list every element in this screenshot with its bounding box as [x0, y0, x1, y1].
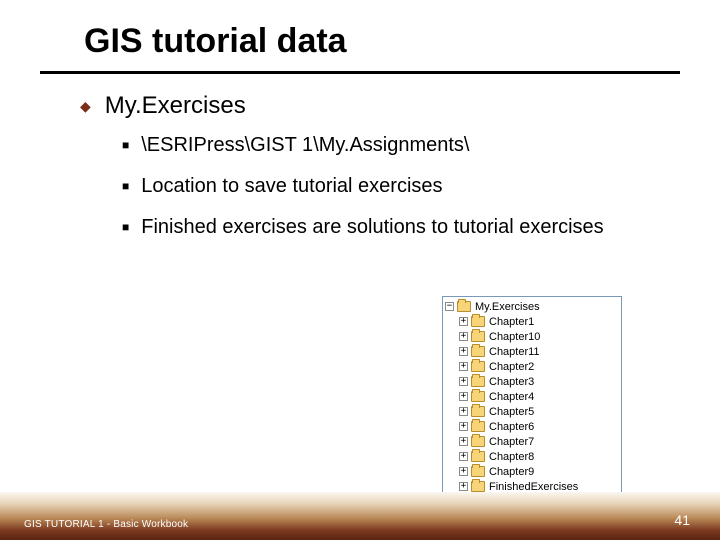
folder-icon: [471, 376, 485, 387]
folder-icon: [471, 316, 485, 327]
tree-node-label: Chapter8: [489, 451, 534, 463]
footer-bar: GIS TUTORIAL 1 - Basic Workbook 41: [0, 492, 720, 540]
bullet-lvl1: ◆ My.Exercises: [80, 92, 660, 120]
bullet-lvl2: ■ Finished exercises are solutions to tu…: [122, 216, 660, 239]
expand-icon[interactable]: +: [459, 437, 468, 446]
folder-icon: [457, 301, 471, 312]
folder-icon: [471, 421, 485, 432]
footer-caption: GIS TUTORIAL 1 - Basic Workbook: [24, 519, 188, 530]
folder-tree-panel: − My.Exercises + Chapter1 + Chapter10 + Cha…: [442, 296, 622, 497]
square-icon: ■: [122, 175, 129, 197]
bullet-lvl2-text: Location to save tutorial exercises: [141, 175, 442, 198]
tree-node-label: Chapter4: [489, 391, 534, 403]
folder-icon: [471, 451, 485, 462]
tree-node[interactable]: + Chapter5: [445, 404, 619, 419]
page-number: 41: [674, 512, 690, 528]
tree-node-label: Chapter11: [489, 346, 540, 358]
tree-node[interactable]: + Chapter11: [445, 344, 619, 359]
expand-icon[interactable]: +: [459, 467, 468, 476]
tree-node[interactable]: + Chapter9: [445, 464, 619, 479]
tree-node[interactable]: + Chapter4: [445, 389, 619, 404]
expand-icon[interactable]: +: [459, 407, 468, 416]
expand-icon[interactable]: +: [459, 452, 468, 461]
expand-icon[interactable]: +: [459, 482, 468, 491]
tree-node-label: Chapter2: [489, 361, 534, 373]
expand-icon[interactable]: +: [459, 392, 468, 401]
bullet-lvl2: ■ Location to save tutorial exercises: [122, 175, 660, 198]
tree-node-label: FinishedExercises: [489, 481, 578, 493]
expand-icon[interactable]: +: [459, 362, 468, 371]
tree-node[interactable]: + Chapter10: [445, 329, 619, 344]
content-body: ◆ My.Exercises ■ \ESRIPress\GIST 1\My.As…: [0, 92, 720, 239]
expand-icon[interactable]: +: [459, 422, 468, 431]
folder-icon: [471, 361, 485, 372]
bullet-lvl2: ■ \ESRIPress\GIST 1\My.Assignments\: [122, 134, 660, 157]
diamond-icon: ◆: [80, 92, 91, 120]
folder-tree: − My.Exercises + Chapter1 + Chapter10 + Cha…: [442, 296, 622, 497]
tree-node[interactable]: + Chapter3: [445, 374, 619, 389]
slide: GIS tutorial data ◆ My.Exercises ■ \ESRI…: [0, 0, 720, 540]
tree-node[interactable]: + Chapter1: [445, 314, 619, 329]
tree-node-label: Chapter3: [489, 376, 534, 388]
bullet-lvl1-text: My.Exercises: [105, 92, 246, 120]
tree-root-label: My.Exercises: [475, 301, 540, 313]
folder-icon: [471, 331, 485, 342]
expand-icon[interactable]: +: [459, 317, 468, 326]
tree-node[interactable]: + Chapter8: [445, 449, 619, 464]
folder-icon: [471, 466, 485, 477]
expand-icon[interactable]: +: [459, 377, 468, 386]
expand-icon[interactable]: +: [459, 332, 468, 341]
folder-icon: [471, 436, 485, 447]
bullet-lvl2-text: Finished exercises are solutions to tuto…: [141, 216, 603, 239]
bullet-lvl2-text: \ESRIPress\GIST 1\My.Assignments\: [141, 134, 469, 157]
folder-icon: [471, 391, 485, 402]
tree-node-label: Chapter9: [489, 466, 534, 478]
tree-node-label: Chapter7: [489, 436, 534, 448]
tree-node[interactable]: + Chapter6: [445, 419, 619, 434]
folder-icon: [471, 346, 485, 357]
tree-node-label: Chapter10: [489, 331, 540, 343]
tree-node-label: Chapter5: [489, 406, 534, 418]
square-icon: ■: [122, 134, 129, 156]
collapse-icon[interactable]: −: [445, 302, 454, 311]
folder-icon: [471, 481, 485, 492]
folder-icon: [471, 406, 485, 417]
tree-node[interactable]: + Chapter2: [445, 359, 619, 374]
page-title: GIS tutorial data: [40, 0, 680, 74]
tree-node-label: Chapter1: [489, 316, 534, 328]
expand-icon[interactable]: +: [459, 347, 468, 356]
tree-node[interactable]: + Chapter7: [445, 434, 619, 449]
tree-root[interactable]: − My.Exercises: [445, 299, 619, 314]
tree-node-label: Chapter6: [489, 421, 534, 433]
square-icon: ■: [122, 216, 129, 238]
